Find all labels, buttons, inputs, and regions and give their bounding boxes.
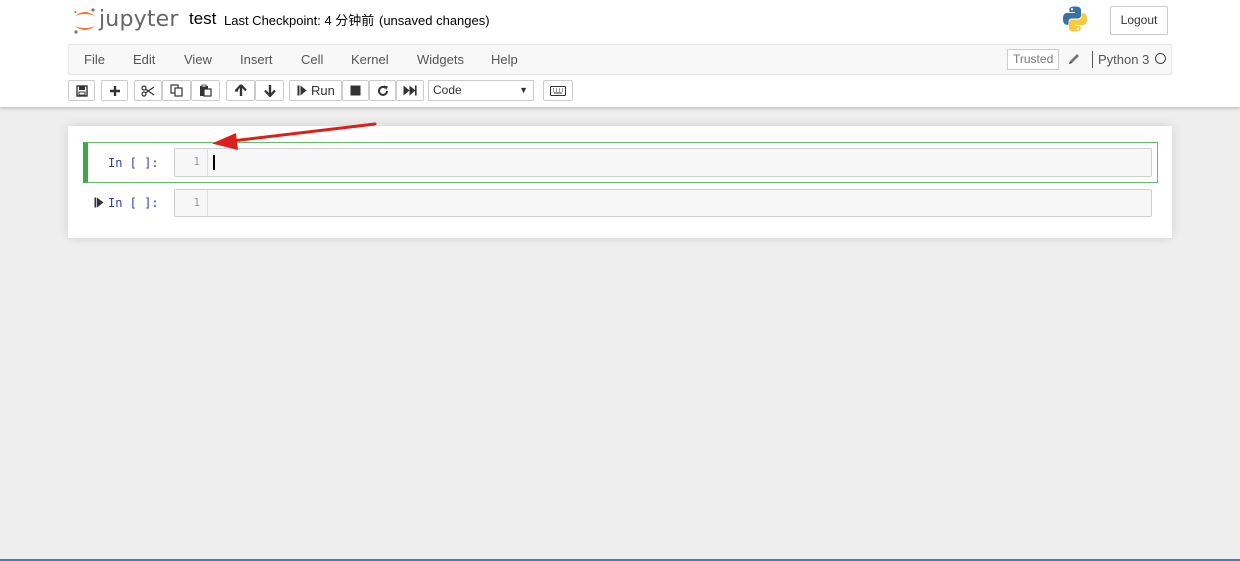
- keyboard-icon: [550, 85, 566, 96]
- arrow-down-icon: [263, 85, 276, 97]
- insert-cell-button[interactable]: [101, 80, 128, 101]
- code-cell[interactable]: In [ ]: 1: [83, 184, 1158, 224]
- caret-down-icon: ▼: [519, 85, 528, 95]
- kernel-name[interactable]: Python 3: [1098, 45, 1149, 74]
- autosave-status: (unsaved changes): [379, 13, 490, 28]
- restart-run-all-button[interactable]: [396, 80, 424, 101]
- move-down-button[interactable]: [255, 80, 284, 101]
- run-cell-icon[interactable]: [94, 197, 104, 208]
- step-forward-icon: [297, 85, 307, 96]
- cell-editor[interactable]: 1: [174, 189, 1152, 217]
- text-cursor: [213, 155, 215, 170]
- command-palette-button[interactable]: [543, 80, 573, 101]
- fast-forward-icon: [403, 85, 417, 96]
- menubar: File Edit View Insert Cell Kernel Widget…: [68, 44, 1172, 75]
- checkpoint-status: Last Checkpoint: 4 分钟前: [224, 13, 375, 28]
- run-label: Run: [311, 83, 335, 98]
- line-number: 1: [193, 196, 200, 209]
- copy-icon: [170, 84, 183, 97]
- menu-insert[interactable]: Insert: [240, 45, 273, 74]
- pencil-icon[interactable]: [1067, 52, 1081, 66]
- run-button[interactable]: Run: [289, 80, 342, 101]
- menu-widgets[interactable]: Widgets: [417, 45, 464, 74]
- header-bar: jupyter test Last Checkpoint: 4 分钟前 (uns…: [0, 0, 1240, 107]
- menu-edit[interactable]: Edit: [133, 45, 155, 74]
- paste-button[interactable]: [191, 80, 220, 101]
- stop-icon: [350, 85, 361, 96]
- save-button[interactable]: [68, 80, 95, 101]
- copy-button[interactable]: [162, 80, 191, 101]
- restart-button[interactable]: [369, 80, 396, 101]
- trusted-indicator[interactable]: Trusted: [1007, 49, 1060, 70]
- cell-prompt: In [ ]:: [108, 196, 159, 210]
- jupyter-logo-icon: [74, 8, 95, 34]
- menu-file[interactable]: File: [84, 45, 105, 74]
- cell-type-value: Code: [433, 83, 462, 97]
- paste-icon: [200, 84, 212, 97]
- cell-type-select[interactable]: Code ▼: [428, 80, 534, 101]
- menu-help[interactable]: Help: [491, 45, 518, 74]
- arrow-up-icon: [234, 84, 247, 96]
- move-up-button[interactable]: [226, 80, 255, 101]
- line-gutter: 1: [175, 190, 208, 216]
- save-icon: [75, 84, 88, 97]
- restart-icon: [377, 85, 388, 96]
- notebook-container: In [ ]: 1 In [ ]: 1: [68, 126, 1172, 238]
- kernel-idle-icon: [1155, 53, 1166, 64]
- menu-cell[interactable]: Cell: [301, 45, 323, 74]
- notebook-name[interactable]: test: [189, 9, 216, 29]
- kernel-separator: [1092, 51, 1093, 68]
- jupyter-logo[interactable]: jupyter: [72, 7, 179, 35]
- interrupt-button[interactable]: [342, 80, 369, 101]
- code-cell-selected[interactable]: In [ ]: 1: [83, 142, 1158, 183]
- cell-prompt: In [ ]:: [108, 156, 159, 170]
- cut-icon: [141, 84, 155, 97]
- menu-view[interactable]: View: [184, 45, 212, 74]
- python-logo-icon: [1063, 6, 1087, 32]
- cell-editor[interactable]: 1: [174, 148, 1152, 177]
- line-gutter: 1: [175, 149, 208, 176]
- logo-text: jupyter: [99, 7, 179, 32]
- menu-kernel[interactable]: Kernel: [351, 45, 389, 74]
- line-number: 1: [193, 155, 200, 168]
- logout-button[interactable]: Logout: [1110, 6, 1168, 35]
- plus-icon: [109, 85, 120, 96]
- cut-button[interactable]: [134, 80, 162, 101]
